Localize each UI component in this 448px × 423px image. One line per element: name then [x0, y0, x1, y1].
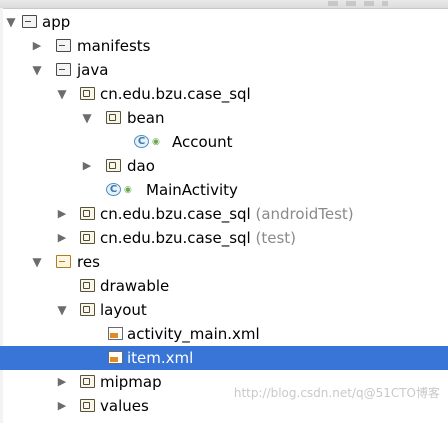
chevron-right-icon[interactable]: ▶: [55, 394, 69, 418]
tree-node-label: cn.edu.bzu.case_sql: [100, 85, 251, 103]
class-icon: C: [134, 135, 149, 148]
chevron-down-icon[interactable]: ▼: [4, 10, 18, 34]
package-icon: [80, 87, 95, 100]
tree-node-package-android-test[interactable]: ▶ cn.edu.bzu.case_sql (androidTest): [0, 202, 448, 226]
tree-node-java[interactable]: ▼ java: [0, 58, 448, 82]
tree-node-package-test[interactable]: ▶ cn.edu.bzu.case_sql (test): [0, 226, 448, 250]
package-icon: [106, 159, 121, 172]
folder-icon: [56, 39, 71, 52]
package-icon: [80, 231, 95, 244]
chevron-right-icon[interactable]: ▶: [55, 226, 69, 250]
tree-node-account[interactable]: C ◉ Account: [0, 130, 448, 154]
tree-node-label: res: [77, 253, 100, 271]
module-folder-icon: [22, 15, 37, 28]
visibility-icon: ◉: [124, 185, 132, 195]
chevron-down-icon[interactable]: ▼: [30, 58, 44, 82]
folder-icon: [80, 303, 95, 316]
tree-node-manifests[interactable]: ▶ manifests: [0, 34, 448, 58]
tree-node-label: dao: [127, 157, 155, 175]
tree-node-label: manifests: [77, 37, 151, 55]
package-icon: [106, 111, 121, 124]
header-controls: [328, 1, 388, 6]
tree-node-bean[interactable]: ▼ bean: [0, 106, 448, 130]
resource-folder-icon: [56, 255, 71, 268]
tree-node-label: mipmap: [100, 373, 162, 391]
chevron-down-icon[interactable]: ▼: [55, 298, 69, 322]
chevron-right-icon[interactable]: ▶: [30, 34, 44, 58]
tree-node-main-activity[interactable]: C ◉ MainActivity: [0, 178, 448, 202]
tree-node-label: Account: [172, 133, 233, 151]
tree-node-dao[interactable]: ▶ dao: [0, 154, 448, 178]
chevron-down-icon[interactable]: ▼: [80, 106, 94, 130]
tree-node-drawable[interactable]: drawable: [0, 274, 448, 298]
watermark: http://blog.csdn.net/q@51CTO博客: [233, 386, 440, 400]
tree-node-label: drawable: [100, 277, 170, 295]
tree-node-label: activity_main.xml: [127, 325, 260, 343]
tree-node-label: MainActivity: [146, 181, 238, 199]
tree-node-res[interactable]: ▼ res: [0, 250, 448, 274]
tree-node-label: app: [42, 13, 71, 31]
xml-file-icon: [108, 327, 123, 340]
package-icon: [80, 207, 95, 220]
panel-header: [0, 0, 448, 9]
chevron-down-icon[interactable]: ▼: [30, 250, 44, 274]
source-folder-icon: [56, 63, 71, 76]
folder-icon: [80, 279, 95, 292]
package-name: cn.edu.bzu.case_sql: [100, 205, 251, 223]
visibility-icon: ◉: [152, 137, 160, 147]
tree-node-activity-main-xml[interactable]: activity_main.xml: [0, 322, 448, 346]
tree-node-label: item.xml: [127, 349, 194, 367]
tree-node-label: cn.edu.bzu.case_sql (test): [100, 226, 296, 250]
folder-icon: [80, 375, 95, 388]
tree-node-label: layout: [100, 301, 147, 319]
tree-node-app[interactable]: ▼ app: [0, 10, 448, 34]
tree-node-item-xml[interactable]: item.xml: [0, 346, 448, 370]
chevron-right-icon[interactable]: ▶: [80, 154, 94, 178]
tree-node-label: java: [77, 61, 109, 79]
tree-node-label: bean: [127, 109, 165, 127]
tree-node-layout[interactable]: ▼ layout: [0, 298, 448, 322]
package-name: cn.edu.bzu.case_sql: [100, 229, 251, 247]
xml-file-icon: [108, 351, 123, 364]
source-set-suffix: (androidTest): [255, 205, 354, 223]
tree-node-label: cn.edu.bzu.case_sql (androidTest): [100, 202, 354, 226]
chevron-down-icon[interactable]: ▼: [55, 82, 69, 106]
tree-node-label: values: [100, 397, 149, 415]
chevron-right-icon[interactable]: ▶: [55, 202, 69, 226]
class-icon: C: [106, 183, 121, 196]
folder-icon: [80, 399, 95, 412]
project-tree: ▼ app ▶ manifests ▼ java ▼ cn.edu.bzu.ca…: [0, 10, 448, 418]
source-set-suffix: (test): [255, 229, 296, 247]
chevron-right-icon[interactable]: ▶: [55, 370, 69, 394]
tree-node-package-main[interactable]: ▼ cn.edu.bzu.case_sql: [0, 82, 448, 106]
